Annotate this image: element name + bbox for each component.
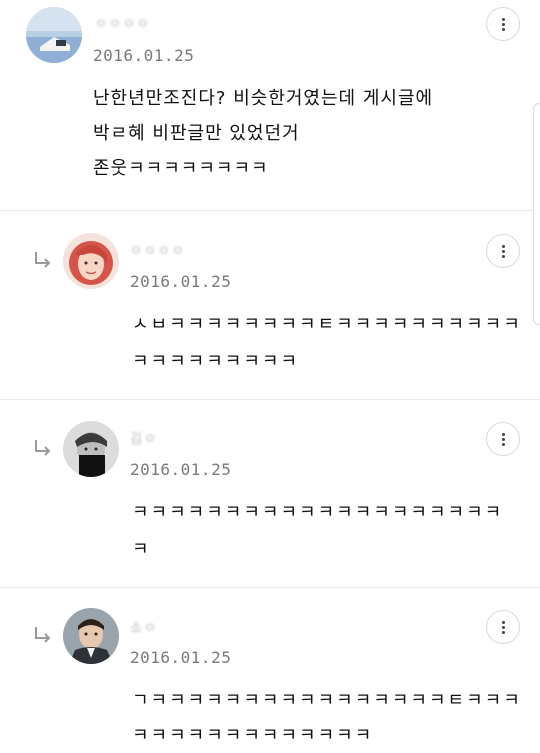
reply-arrow-icon <box>35 252 51 268</box>
comment-text-line: ㅋ <box>132 539 151 560</box>
avatar-image <box>63 608 119 664</box>
scrollbar[interactable] <box>533 103 540 325</box>
avatar[interactable] <box>26 7 82 63</box>
divider <box>0 210 540 211</box>
comment-text-line: 존웃ㅋㅋㅋㅋㅋㅋㅋㅋ <box>93 158 269 179</box>
comment-author: ㅇㅇㅇㅇ <box>130 244 186 259</box>
more-vertical-icon <box>502 433 505 436</box>
more-options-button[interactable] <box>486 422 520 456</box>
comment-text-line: 박ㄹ혜 비판글만 있었던거 <box>93 123 300 144</box>
comment-date: 2016.01.25 <box>130 460 232 479</box>
reply-arrow-icon <box>35 627 51 643</box>
reply-arrow-icon <box>35 440 51 456</box>
avatar[interactable] <box>63 421 119 477</box>
more-vertical-icon <box>502 621 505 624</box>
comment-text-line: 난한년만조진다? 비슷한거였는데 게시글에 <box>93 88 434 109</box>
comment-text-line: ㅅㅂㅋㅋㅋㅋㅋㅋㅋㅋㅌㅋㅋㅋㅋㅋㅋㅋㅋㅋㅋ <box>132 314 522 335</box>
comment-text-line: ㅋㅋㅋㅋㅋㅋㅋㅋㅋㅋㅋㅋㅋㅋㅋㅋㅋㅋㅋㅋ <box>132 502 504 523</box>
divider <box>0 399 540 400</box>
avatar[interactable] <box>63 608 119 664</box>
avatar[interactable] <box>63 233 119 289</box>
more-vertical-icon <box>502 18 505 21</box>
more-options-button[interactable] <box>486 234 520 268</box>
comment-text-line: ㅋㅋㅋㅋㅋㅋㅋㅋㅋㅋㅋㅋㅋ <box>132 725 374 746</box>
avatar-image <box>26 7 82 63</box>
comment-date: 2016.01.25 <box>130 272 232 291</box>
comment-date: 2016.01.25 <box>93 46 195 65</box>
comment-text-line: ㅋㅋㅋㅋㅋㅋㅋㅋㅋ <box>132 351 300 372</box>
divider <box>0 587 540 588</box>
avatar-image <box>63 421 119 477</box>
more-options-button[interactable] <box>486 7 520 41</box>
avatar-image <box>63 233 119 289</box>
comment-author: ㅇㅇㅇㅇ <box>95 17 151 32</box>
more-options-button[interactable] <box>486 610 520 644</box>
comment-date: 2016.01.25 <box>130 648 232 667</box>
comment-text-line: ㄱㅋㅋㅋㅋㅋㅋㅋㅋㅋㅋㅋㅋㅋㅋㅋㅋㅌㅋㅋㅋ <box>132 690 522 711</box>
comment-author: 김ㅇ <box>130 432 158 447</box>
more-vertical-icon <box>502 245 505 248</box>
comment-author: 소ㅇ <box>130 621 158 636</box>
